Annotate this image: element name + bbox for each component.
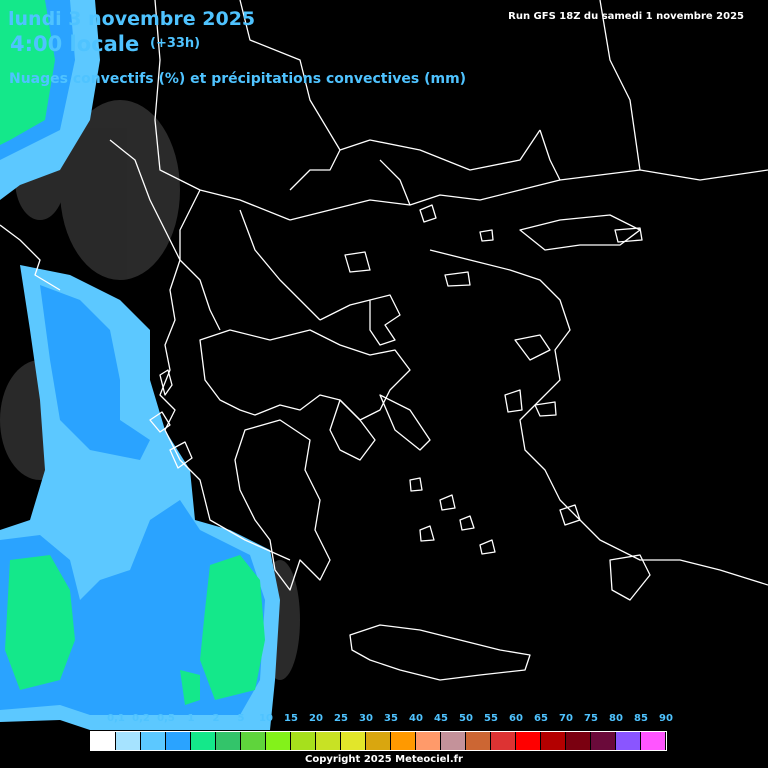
legend-labels: 0,1 0,2 0,5 1 2 5 10 15 20 25 30 35 40 45 50 55 60 65 70 75… (88, 713, 673, 727)
copyright-notice: Copyright 2025 Meteociel.fr (305, 754, 463, 765)
legend-swatch (491, 732, 516, 750)
legend-swatch (141, 732, 166, 750)
legend-label: 90 (659, 713, 673, 724)
legend-swatch (616, 732, 641, 750)
legend-swatch (391, 732, 416, 750)
forecast-date: lundi 3 novembre 2025 (8, 8, 256, 30)
map-canvas (0, 0, 768, 768)
legend-swatch (341, 732, 366, 750)
legend-swatch (241, 732, 266, 750)
legend-swatch (366, 732, 391, 750)
legend-swatch (216, 732, 241, 750)
legend-swatch (266, 732, 291, 750)
legend-color-bar (90, 731, 667, 751)
legend-swatch (441, 732, 466, 750)
legend-swatch (291, 732, 316, 750)
legend-swatch (316, 732, 341, 750)
legend-swatch (416, 732, 441, 750)
legend-swatch (566, 732, 591, 750)
field-title: Nuages convectifs (%) et précipitations … (9, 71, 467, 87)
forecast-lead-hours: (+33h) (150, 36, 201, 51)
model-run-info: Run GFS 18Z du samedi 1 novembre 2025 (508, 11, 744, 22)
legend-swatch (466, 732, 491, 750)
legend-swatch (91, 732, 116, 750)
legend-swatch (191, 732, 216, 750)
legend-swatch (591, 732, 616, 750)
legend-swatch (641, 732, 666, 750)
legend-swatch (541, 732, 566, 750)
legend-swatch (516, 732, 541, 750)
legend-swatch (116, 732, 141, 750)
legend-swatch (166, 732, 191, 750)
forecast-time: 4:00 locale (10, 32, 140, 56)
